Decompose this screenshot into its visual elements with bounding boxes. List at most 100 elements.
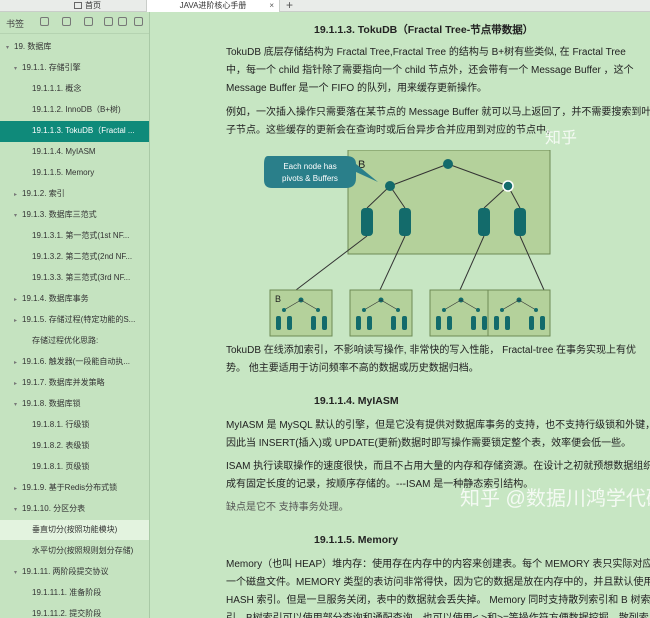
toc-item[interactable]: ▸ 19.1.2. 索引 xyxy=(0,184,149,204)
tab-document-label: JAVA进阶核心手册 xyxy=(179,1,247,10)
toc-arrow-icon[interactable]: ▸ xyxy=(14,311,22,330)
watermark: 知乎 @数据川鸿学代码 xyxy=(460,488,650,510)
toc-arrow-icon[interactable]: ▸ xyxy=(14,290,22,309)
toc-item-label: 19.1.1. 存储引擎 xyxy=(22,63,81,72)
toc-item[interactable]: 19.1.1.5. Memory xyxy=(0,163,149,183)
edit-bookmark-icon[interactable] xyxy=(104,17,113,26)
toc-item-label: 19.1.5. 存储过程(特定功能的S... xyxy=(22,315,136,324)
toc-item[interactable]: ▾ 19.1.10. 分区分表 xyxy=(0,499,149,519)
collapse-all-icon[interactable] xyxy=(62,17,71,26)
leaf-node xyxy=(487,289,551,337)
expand-all-icon[interactable] xyxy=(40,17,49,26)
toc-arrow-icon[interactable]: ▾ xyxy=(14,395,22,414)
toc-item[interactable]: ▾ 19.1.11. 两阶段提交协议 xyxy=(0,562,149,582)
toc-item[interactable]: 水平切分(按照规则划分存储) xyxy=(0,541,149,561)
toc-item-label: 19.1.4. 数据库事务 xyxy=(22,294,89,303)
fractal-tree-diagram: B Each node has pivots & Buffers B xyxy=(264,150,551,337)
delete-bookmark-icon[interactable] xyxy=(118,17,127,26)
toc-item-label: 19.1.8.1. 行级锁 xyxy=(32,420,90,429)
list-view-icon[interactable] xyxy=(134,17,143,26)
toc-item[interactable]: 垂直切分(按照功能模块) xyxy=(0,520,149,540)
toc-item-label: 19.1.3.3. 第三范式(3rd NF... xyxy=(32,273,131,282)
tab-home[interactable]: 首页 xyxy=(70,0,142,12)
tab-document[interactable]: JAVA进阶核心手册 × xyxy=(146,0,280,12)
paragraph-line: TokuDB 在线添加索引，不影响读写操作, 非常快的写入性能， Fractal… xyxy=(226,345,637,356)
paragraph-line: MyIASM 是 MySQL 默认的引擎，但是它没有提供对数据库事务的支持，也不… xyxy=(226,420,650,431)
toc-item-label: 19.1.3. 数据库三范式 xyxy=(22,210,97,219)
toc-item[interactable]: 19.1.3.2. 第二范式(2nd NF... xyxy=(0,247,149,267)
toc-item[interactable]: 19.1.11.2. 提交阶段 xyxy=(0,604,149,618)
tree-node xyxy=(502,180,514,192)
toc-item-active[interactable]: 19.1.1.3. TokuDB（Fractal ... xyxy=(0,121,149,142)
toc-item-label: 19.1.11.2. 提交阶段 xyxy=(32,609,102,618)
toc-item[interactable]: ▸ 19.1.4. 数据库事务 xyxy=(0,289,149,309)
paragraph-line: 中，每一个 child 指针除了需要指向一个 child 节点外，还会带有一个 … xyxy=(226,65,634,76)
toc-item[interactable]: ▸ 19.1.7. 数据库并发策略 xyxy=(0,373,149,393)
toc-item-label: 19.1.1.5. Memory xyxy=(32,168,95,177)
section-heading: 19.1.1.4. MyIASM xyxy=(314,395,399,407)
paragraph-line: 引，B树索引可以使用部分查询和通配查询，也可以使用<,>和>=等操作符方便数据挖… xyxy=(226,610,649,618)
bookmark-sidebar: 书签 ▾ 19. 数据库 ▾ 19.1.1. 存储引擎 19.1.1.1. 概念 1… xyxy=(0,12,150,618)
toc-item[interactable]: 存储过程优化思路: xyxy=(0,331,149,351)
toc-item[interactable]: 19.1.1.2. InnoDB（B+树) xyxy=(0,100,149,120)
paragraph-line: 势。 他主要适用于访问频率不高的数据或历史数据归档。 xyxy=(226,363,479,374)
toc-arrow-icon[interactable]: ▾ xyxy=(14,59,22,78)
toc-item-label: 水平切分(按照规则划分存储) xyxy=(32,546,134,555)
toc-item[interactable]: ▸ 19.1.9. 基于Redis分布式锁 xyxy=(0,478,149,498)
svg-text:B: B xyxy=(275,294,281,304)
toc-arrow-icon[interactable]: ▸ xyxy=(14,185,22,204)
toc-item[interactable]: ▾ 19.1.3. 数据库三范式 xyxy=(0,205,149,225)
toc-item[interactable]: 19.1.8.2. 表级锁 xyxy=(0,436,149,456)
toc-item[interactable]: 19.1.11.1. 准备阶段 xyxy=(0,583,149,603)
toc-item[interactable]: 19.1.8.1. 页级锁 xyxy=(0,457,149,477)
toc-item-label: 存储过程优化思路: xyxy=(32,336,99,345)
toc-arrow-icon[interactable]: ▾ xyxy=(14,500,22,519)
toc-item[interactable]: ▾ 19.1.8. 数据库锁 xyxy=(0,394,149,414)
toc-item-label: 19.1.8. 数据库锁 xyxy=(22,399,81,408)
top-bar: 首页 JAVA进阶核心手册 × + xyxy=(0,0,650,12)
new-tab-button[interactable]: + xyxy=(286,0,293,12)
toc-item-label: 19.1.3.1. 第一范式(1st NF... xyxy=(32,231,130,240)
toc-item-label: 19.1.1.3. TokuDB（Fractal ... xyxy=(32,126,135,135)
add-bookmark-icon[interactable] xyxy=(84,17,93,26)
toc-item-label: 19.1.10. 分区分表 xyxy=(22,504,86,513)
paragraph-line: ISAM 执行读取操作的速度很快，而且不占用大量的内存和存储资源。在设计之初就预… xyxy=(226,461,650,472)
toc-arrow-icon[interactable]: ▸ xyxy=(14,479,22,498)
sidebar-title: 书签 xyxy=(6,19,25,29)
leaf-node: B xyxy=(269,289,333,337)
toc-arrow-icon[interactable]: ▸ xyxy=(14,353,22,372)
toc-item[interactable]: 19.1.1.1. 概念 xyxy=(0,79,149,99)
toc-arrow-icon[interactable]: ▸ xyxy=(14,374,22,393)
toc-item[interactable]: 19.1.1.4. MyIASM xyxy=(0,142,149,162)
paragraph-line: Message Buffer 是一个 FIFO 的队列，用来缓存更新操作。 xyxy=(226,83,487,94)
tree-node xyxy=(443,159,453,169)
callout-line: Each node has xyxy=(283,162,336,171)
toc-item-label: 19.1.7. 数据库并发策略 xyxy=(22,378,105,387)
toc-arrow-icon[interactable]: ▾ xyxy=(14,563,22,582)
toc-item[interactable]: ▸ 19.1.5. 存储过程(特定功能的S... xyxy=(0,310,149,330)
toc-item-label: 19.1.6. 触发器(一段能自动执... xyxy=(22,357,131,366)
toc-arrow-icon[interactable]: ▾ xyxy=(6,38,14,57)
toc-item-label: 19.1.3.2. 第二范式(2nd NF... xyxy=(32,252,133,261)
toc-item[interactable]: ▸ 19.1.6. 触发器(一段能自动执... xyxy=(0,352,149,372)
toc-arrow-icon[interactable]: ▾ xyxy=(14,206,22,225)
toc-item-label: 19.1.8.1. 页级锁 xyxy=(32,462,90,471)
paragraph-line: Memory（也叫 HEAP）堆内存：使用存在内存中的内容来创建表。每个 MEM… xyxy=(226,559,650,570)
section-heading: 19.1.1.5. Memory xyxy=(314,534,399,546)
paragraph-line: 缺点是它不 支持事务处理。 xyxy=(226,502,349,513)
paragraph-line: 因此当 INSERT(插入)或 UPDATE(更新)数据时即写操作需要锁定整个表… xyxy=(226,438,632,449)
close-tab-icon[interactable]: × xyxy=(269,0,274,12)
leaf-node xyxy=(429,289,493,337)
paragraph-line: 一个磁盘文件。MEMORY 类型的表访问非常得快，因为它的数据是放在内存中的，并… xyxy=(226,577,650,588)
toc-item[interactable]: 19.1.3.1. 第一范式(1st NF... xyxy=(0,226,149,246)
toc-item[interactable]: ▾ 19.1.1. 存储引擎 xyxy=(0,58,149,78)
toc-item[interactable]: ▾ 19. 数据库 xyxy=(0,37,149,57)
sidebar-header: 书签 xyxy=(0,12,149,34)
toc-item[interactable]: 19.1.8.1. 行级锁 xyxy=(0,415,149,435)
paragraph-line: 例如，一次插入操作只需要落在某节点的 Message Buffer 就可以马上返… xyxy=(226,107,650,118)
toc-item-label: 19.1.8.2. 表级锁 xyxy=(32,441,90,450)
toc-item-label: 19.1.1.4. MyIASM xyxy=(32,147,96,156)
paragraph-line: HASH 索引。但是一旦服务关闭，表中的数据就会丢失掉。 Memory 同时支持… xyxy=(226,595,650,606)
toc-item[interactable]: 19.1.3.3. 第三范式(3rd NF... xyxy=(0,268,149,288)
tree-node xyxy=(385,181,395,191)
